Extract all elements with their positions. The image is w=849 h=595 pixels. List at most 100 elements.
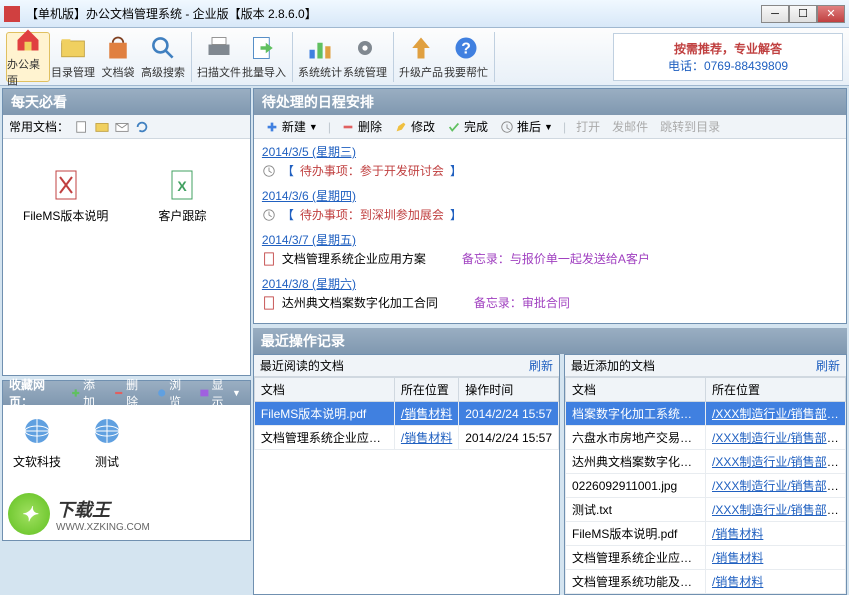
table-row[interactable]: 测试.txt/XXX制造行业/销售部/销 [566, 498, 846, 522]
table-row[interactable]: 档案数字化加工系统合同.doc/XXX制造行业/销售部/销 [566, 402, 846, 426]
recent-read-refresh[interactable]: 刷新 [529, 357, 553, 374]
toolbar-scan-button[interactable]: 扫描文件 [197, 32, 241, 82]
location-link[interactable]: /XXX制造行业/销售部/销 [712, 455, 842, 469]
mustread-sub-label: 常用文档： [9, 118, 69, 135]
location-link[interactable]: /XXX制造行业/销售部/销 [712, 431, 842, 445]
sched-jump-button[interactable]: 跳转到目录 [655, 116, 725, 137]
banner-line2: 电话：0769-88439809 [668, 57, 788, 74]
minimize-button[interactable]: ─ [761, 5, 789, 23]
favorites-bar: 收藏网页： 添加 删除 浏览 显示▼ [3, 381, 250, 405]
location-link[interactable]: /XXX制造行业/销售部/销 [712, 479, 842, 493]
app-icon [4, 6, 20, 22]
favorite-item[interactable]: 文软科技 [13, 415, 61, 470]
globe-icon [21, 415, 53, 447]
import-icon [250, 34, 278, 62]
pdf-icon [262, 296, 276, 310]
schedule-item[interactable]: 【待办事项：参于开发研讨会】 [262, 160, 838, 181]
sched-open-button[interactable]: 打开 [571, 116, 605, 137]
recent-added-refresh[interactable]: 刷新 [816, 357, 840, 374]
doc-icon[interactable] [75, 120, 89, 134]
globe-icon [91, 415, 123, 447]
svg-text:?: ? [461, 40, 471, 57]
table-row[interactable]: FileMS版本说明.pdf/销售材料2014/2/24 15:57 [254, 402, 558, 426]
pdf-icon [50, 169, 82, 201]
schedule-date-link[interactable]: 2014/3/6 (星期四) [262, 189, 356, 203]
table-header[interactable]: 所在位置 [706, 378, 846, 402]
location-link[interactable]: /销售材料 [712, 575, 763, 589]
file-item[interactable]: X客户跟踪 [158, 169, 206, 224]
table-row[interactable]: 达州典文档案数字化加工合同.pdf/XXX制造行业/销售部/销 [566, 450, 846, 474]
schedule-toolbar: 新建▼ | 删除 修改 完成 推后▼ | 打开 发邮件 跳转到目录 [254, 115, 846, 139]
table-row[interactable]: 文档管理系统企业应用方案.pdf/销售材料 [566, 546, 846, 570]
titlebar-text: 【单机版】办公文档管理系统 - 企业版【版本 2.8.6.0】 [26, 5, 761, 22]
table-row[interactable]: FileMS版本说明.pdf/销售材料 [566, 522, 846, 546]
refresh-icon[interactable] [135, 120, 149, 134]
schedule-memo: 备忘录：审批合同 [474, 294, 570, 311]
sched-postpone-button[interactable]: 推后▼ [495, 116, 558, 137]
table-header[interactable]: 文档 [566, 378, 706, 402]
search-icon [149, 34, 177, 62]
schedule-date-link[interactable]: 2014/3/8 (星期六) [262, 277, 356, 291]
home-icon [14, 26, 42, 54]
favorite-item[interactable]: 测试 [91, 415, 123, 470]
upgrade-icon [407, 34, 435, 62]
sched-mail-button[interactable]: 发邮件 [607, 116, 653, 137]
folder-icon [59, 34, 87, 62]
close-button[interactable]: ✕ [817, 5, 845, 23]
bag-icon [104, 34, 132, 62]
recent-added-title: 最近添加的文档 [571, 357, 655, 374]
schedule-date-link[interactable]: 2014/3/7 (星期五) [262, 233, 356, 247]
mail-icon[interactable] [115, 120, 129, 134]
mustread-subbar: 常用文档： [3, 115, 250, 139]
toolbar-home-button[interactable]: 办公桌面 [6, 32, 50, 82]
stats-icon [306, 34, 334, 62]
schedule-item[interactable]: 【待办事项：到深圳参加展会】 [262, 204, 838, 225]
location-link[interactable]: /销售材料 [401, 407, 452, 421]
location-link[interactable]: /销售材料 [712, 527, 763, 541]
table-row[interactable]: 0226092911001.jpg/XXX制造行业/销售部/销 [566, 474, 846, 498]
location-link[interactable]: /XXX制造行业/销售部/销 [712, 407, 842, 421]
toolbar-bag-button[interactable]: 文档袋 [96, 32, 140, 82]
help-icon: ? [452, 34, 480, 62]
schedule-item[interactable]: 达州典文档案数字化加工合同备忘录：审批合同 [262, 292, 838, 313]
gear-icon [351, 34, 379, 62]
schedule-item[interactable]: 文档管理系统企业应用方案备忘录：与报价单一起发送给A客户 [262, 248, 838, 269]
promo-banner: 按需推荐，专业解答 电话：0769-88439809 [613, 33, 843, 81]
folder-icon[interactable] [95, 120, 109, 134]
mustread-header: 每天必看 [3, 89, 250, 115]
main-toolbar: 办公桌面目录管理文档袋高级搜索 扫描文件批量导入 系统统计系统管理 升级产品?我… [0, 28, 849, 86]
sched-delete-button[interactable]: 删除 [336, 116, 387, 137]
toolbar-folder-button[interactable]: 目录管理 [51, 32, 95, 82]
location-link[interactable]: /销售材料 [712, 551, 763, 565]
toolbar-gear-button[interactable]: 系统管理 [343, 32, 387, 82]
table-row[interactable]: 六盘水市房地产交易中心档案数字.../XXX制造行业/销售部/销 [566, 426, 846, 450]
file-item[interactable]: FileMS版本说明 [23, 169, 108, 224]
xls-icon: X [166, 169, 198, 201]
table-row[interactable]: 文档管理系统企业应用方案.pdf/销售材料2014/2/24 15:57 [254, 426, 558, 450]
sched-new-button[interactable]: 新建▼ [260, 116, 323, 137]
table-header[interactable]: 文档 [254, 378, 394, 402]
sched-done-button[interactable]: 完成 [442, 116, 493, 137]
titlebar: 【单机版】办公文档管理系统 - 企业版【版本 2.8.6.0】 ─ ☐ ✕ [0, 0, 849, 28]
toolbar-help-button[interactable]: ?我要帮忙 [444, 32, 488, 82]
scan-icon [205, 34, 233, 62]
location-link[interactable]: /销售材料 [401, 431, 452, 445]
schedule-memo: 备忘录：与报价单一起发送给A客户 [462, 250, 650, 267]
maximize-button[interactable]: ☐ [789, 5, 817, 23]
sched-edit-button[interactable]: 修改 [389, 116, 440, 137]
toolbar-import-button[interactable]: 批量导入 [242, 32, 286, 82]
recent-read-title: 最近阅读的文档 [260, 357, 344, 374]
schedule-date-link[interactable]: 2014/3/5 (星期三) [262, 145, 356, 159]
location-link[interactable]: /XXX制造行业/销售部/销 [712, 503, 842, 517]
recent-header: 最近操作记录 [253, 328, 847, 354]
toolbar-search-button[interactable]: 高级搜索 [141, 32, 185, 82]
clock-icon [262, 208, 276, 222]
svg-text:X: X [178, 178, 188, 194]
toolbar-upgrade-button[interactable]: 升级产品 [399, 32, 443, 82]
table-header[interactable]: 操作时间 [459, 378, 559, 402]
table-row[interactable]: 文档管理系统功能及报价.doc/销售材料 [566, 570, 846, 594]
pdf-icon [262, 252, 276, 266]
table-header[interactable]: 所在位置 [394, 378, 458, 402]
window-controls: ─ ☐ ✕ [761, 5, 845, 23]
toolbar-stats-button[interactable]: 系统统计 [298, 32, 342, 82]
